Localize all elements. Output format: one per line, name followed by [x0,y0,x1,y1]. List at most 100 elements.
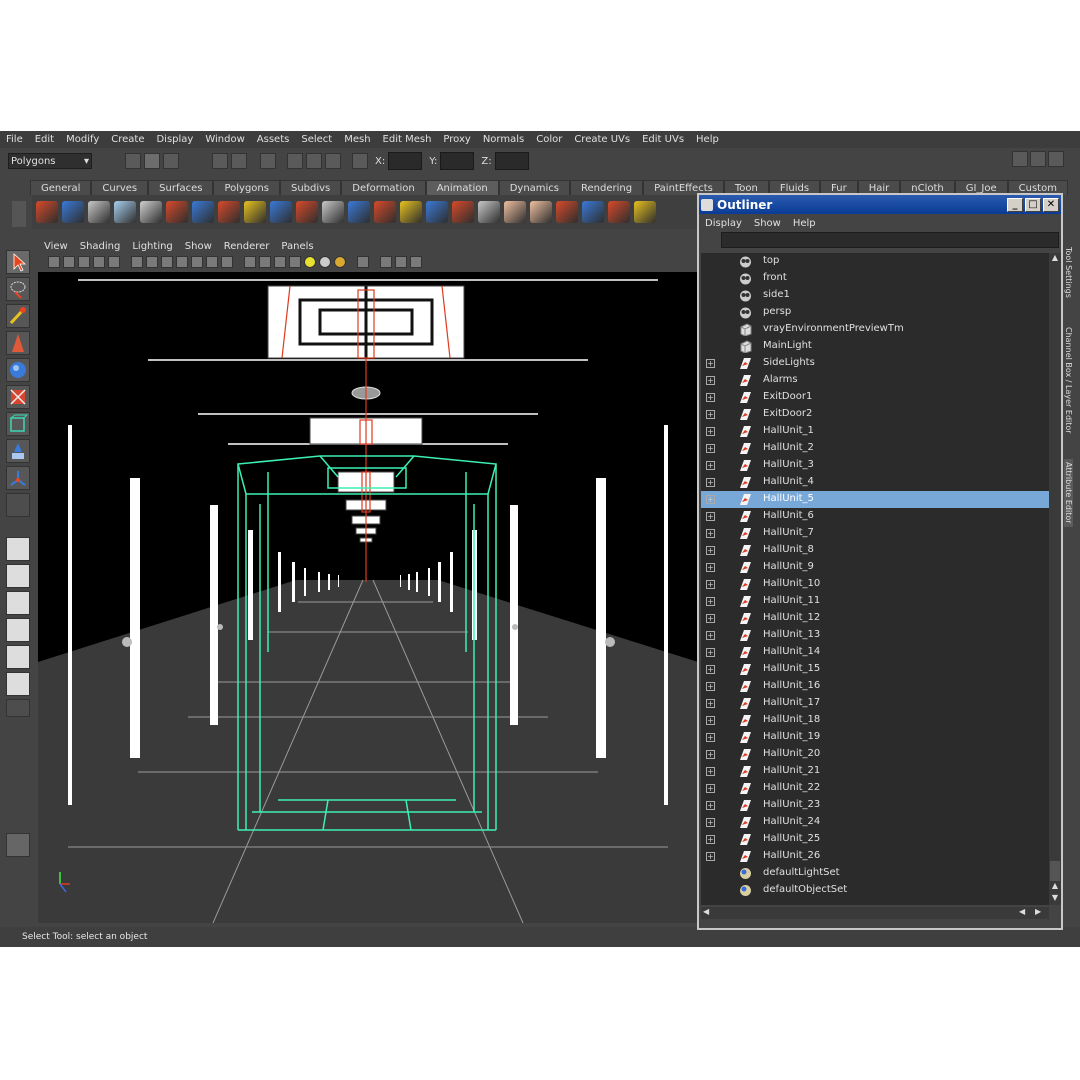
expand-icon[interactable]: + [706,597,715,606]
outliner-item-side1[interactable]: side1 [701,287,1049,304]
expand-icon[interactable]: + [706,461,715,470]
menu-modify[interactable]: Modify [60,134,105,145]
outliner-item-hallunit_12[interactable]: + HallUnit_12 [701,610,1049,627]
constraint-icon[interactable] [634,201,656,223]
shadows-icon[interactable] [319,256,331,268]
expand-icon[interactable]: + [706,512,715,521]
shelf-tab-general[interactable]: General [30,180,92,195]
outliner-item-hallunit_4[interactable]: + HallUnit_4 [701,474,1049,491]
attribute-editor-tab[interactable]: Attribute Editor [1064,459,1073,527]
expand-icon[interactable]: + [706,767,715,776]
joint-orient-icon[interactable] [166,201,188,223]
outliner-item-hallunit_17[interactable]: + HallUnit_17 [701,695,1049,712]
outliner-item-hallunit_25[interactable]: + HallUnit_25 [701,831,1049,848]
outliner-item-exitdoor1[interactable]: + ExitDoor1 [701,389,1049,406]
outliner-item-hallunit_19[interactable]: + HallUnit_19 [701,729,1049,746]
tool-settings-toggle-icon[interactable] [1030,151,1046,167]
expand-icon[interactable]: + [706,410,715,419]
menu-window[interactable]: Window [199,134,250,145]
outliner-item-hallunit_14[interactable]: + HallUnit_14 [701,644,1049,661]
outliner-item-front[interactable]: front [701,270,1049,287]
expand-icon[interactable]: + [706,529,715,538]
expand-icon[interactable]: + [706,699,715,708]
universal-manipulator-icon[interactable] [6,412,30,436]
set-key-icon[interactable] [348,201,370,223]
cluster-icon[interactable] [374,201,396,223]
paint-skin-icon[interactable] [608,201,630,223]
smooth-shade-icon[interactable] [259,256,271,268]
show-manipulator-icon[interactable] [6,466,30,490]
snap-grid-icon[interactable] [212,153,228,169]
panel-menu-view[interactable]: View [38,241,74,252]
scroll-left-icon[interactable]: ◀ [1019,907,1025,916]
select-component-icon[interactable] [163,153,179,169]
expand-icon[interactable]: + [706,376,715,385]
hypershade-layout-icon[interactable] [6,645,30,669]
menu-proxy[interactable]: Proxy [437,134,476,145]
outliner-item-hallunit_2[interactable]: + HallUnit_2 [701,440,1049,457]
connect-joint-icon[interactable] [270,201,292,223]
expand-icon[interactable]: + [706,427,715,436]
paint-select-icon[interactable] [6,304,30,328]
select-object-icon[interactable] [144,153,160,169]
expand-icon[interactable]: + [706,733,715,742]
expand-icon[interactable]: + [706,359,715,368]
menu-mesh[interactable]: Mesh [338,134,376,145]
outliner-titlebar[interactable]: Outliner _ □ ✕ [699,195,1061,214]
xray-active-icon[interactable] [410,256,422,268]
outliner-item-hallunit_8[interactable]: + HallUnit_8 [701,542,1049,559]
soft-modification-icon[interactable] [6,439,30,463]
field-chart-icon[interactable] [191,256,203,268]
expand-icon[interactable]: + [706,784,715,793]
shelf-tab-curves[interactable]: Curves [91,180,149,195]
move-tool-icon[interactable] [6,331,30,355]
outliner-menu-show[interactable]: Show [748,218,787,229]
outliner-item-hallunit_3[interactable]: + HallUnit_3 [701,457,1049,474]
input-field-icon[interactable] [352,153,368,169]
isolate-select-icon[interactable] [357,256,369,268]
shelf-tab-rendering[interactable]: Rendering [570,180,644,195]
expand-icon[interactable]: + [706,444,715,453]
outliner-item-hallunit_13[interactable]: + HallUnit_13 [701,627,1049,644]
shelf-menu-icon[interactable] [12,201,26,227]
scroll-right-icon[interactable]: ▶ [1035,907,1041,916]
expand-icon[interactable]: + [706,478,715,487]
menu-edit-mesh[interactable]: Edit Mesh [377,134,438,145]
wireframe-icon[interactable] [244,256,256,268]
wireframe-on-shaded-icon[interactable] [274,256,286,268]
outliner-item-hallunit_1[interactable]: + HallUnit_1 [701,423,1049,440]
xray-joints-icon[interactable] [395,256,407,268]
safe-action-icon[interactable] [206,256,218,268]
ipr-render-icon[interactable] [306,153,322,169]
outliner-item-hallunit_23[interactable]: + HallUnit_23 [701,797,1049,814]
joint-icon[interactable] [140,201,162,223]
remove-joint-icon[interactable] [244,201,266,223]
panel-menu-shading[interactable]: Shading [74,241,127,252]
shelf-tab-animation[interactable]: Animation [425,180,499,195]
menu-select[interactable]: Select [295,134,338,145]
shelf-tab-deformation[interactable]: Deformation [341,180,426,195]
expand-icon[interactable]: + [706,563,715,572]
outliner-item-hallunit_21[interactable]: + HallUnit_21 [701,763,1049,780]
shelf-tab-surfaces[interactable]: Surfaces [148,180,214,195]
expand-icon[interactable]: + [706,835,715,844]
y-field[interactable] [440,152,475,170]
snap-curve-icon[interactable] [231,153,247,169]
menu-normals[interactable]: Normals [477,134,530,145]
select-tool-icon[interactable] [6,250,30,274]
blend-shape-icon[interactable] [478,201,500,223]
ik-spline-icon[interactable] [62,201,84,223]
expand-icon[interactable]: + [706,393,715,402]
rotate-tool-icon[interactable] [6,358,30,382]
outliner-item-exitdoor2[interactable]: + ExitDoor2 [701,406,1049,423]
outliner-item-hallunit_22[interactable]: + HallUnit_22 [701,780,1049,797]
outliner-item-hallunit_11[interactable]: + HallUnit_11 [701,593,1049,610]
outliner-menu-display[interactable]: Display [699,218,748,229]
lattice-icon[interactable] [400,201,422,223]
x-field[interactable] [388,152,423,170]
menu-file[interactable]: File [0,134,29,145]
face-rig-icon[interactable] [504,201,526,223]
gate-mask-icon[interactable] [176,256,188,268]
image-plane-icon[interactable] [93,256,105,268]
panel-menu-panels[interactable]: Panels [275,241,319,252]
